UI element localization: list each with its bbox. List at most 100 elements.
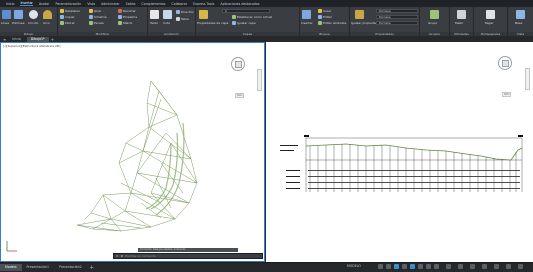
create-block-icon xyxy=(318,9,322,13)
current-layer-dropdown[interactable]: 0 xyxy=(222,9,270,13)
menu-item[interactable]: Insertar xyxy=(20,1,33,6)
command-line[interactable]: ✕ ⚙ Escriba un comando xyxy=(113,253,263,259)
osnap-icon[interactable] xyxy=(410,264,415,269)
viewcube[interactable] xyxy=(231,57,245,71)
make-current-button[interactable]: Establecer como actual xyxy=(232,15,272,19)
wrench-icon[interactable]: ⚙ xyxy=(121,254,124,258)
polyline-icon[interactable] xyxy=(14,10,23,19)
text-icon[interactable] xyxy=(150,10,159,19)
fillet-button[interactable]: Empalme xyxy=(118,15,137,19)
polar-icon[interactable] xyxy=(402,264,407,269)
scale-button[interactable]: Escala xyxy=(89,21,104,25)
text-button[interactable]: Texto xyxy=(150,21,158,25)
edit-attributes-button[interactable]: Editar atributos xyxy=(318,21,346,25)
group-icon[interactable] xyxy=(430,10,439,19)
model-space-toggle[interactable]: MODELO xyxy=(347,264,361,268)
insert-block-button[interactable]: Insertar xyxy=(301,21,313,25)
modify-panel: Desplazar Copiar Estirar Girar Simetría … xyxy=(58,7,148,36)
insert-block-icon[interactable] xyxy=(302,10,311,19)
menu-item[interactable]: Aplicaciones destacadas xyxy=(220,2,259,6)
dimension-button[interactable]: Cota xyxy=(163,21,170,25)
trim-button[interactable]: Recortar xyxy=(118,9,136,13)
menu-item[interactable]: Anotar xyxy=(39,2,50,6)
color-dropdown[interactable]: PorCapa xyxy=(376,9,418,13)
menu-icon[interactable]: ≡ xyxy=(3,37,6,42)
menu-item[interactable]: Colaborar xyxy=(172,2,188,6)
tab-drawing1[interactable]: Dibujo1* xyxy=(26,36,49,42)
wcs-menu[interactable]: SCU xyxy=(235,93,245,98)
command-input[interactable]: Escriba un comando xyxy=(125,254,156,258)
circle-icon[interactable] xyxy=(29,10,38,19)
measure-icon[interactable] xyxy=(457,10,466,19)
line-button[interactable]: Línea xyxy=(1,21,9,25)
navigation-bar[interactable] xyxy=(525,68,530,90)
ortho-icon[interactable] xyxy=(394,264,399,269)
hardware-acceleration-icon[interactable] xyxy=(494,264,499,269)
units-icon[interactable] xyxy=(470,264,475,269)
create-block-button[interactable]: Crear xyxy=(318,9,331,13)
customization-icon[interactable] xyxy=(518,264,523,269)
arc-button[interactable]: Arco xyxy=(43,21,50,25)
match-properties-icon[interactable] xyxy=(355,10,364,19)
layout-tab-model[interactable]: Modelo xyxy=(0,264,22,271)
layer-properties-button[interactable]: Propiedades de capa xyxy=(197,21,228,25)
menu-item[interactable]: Parametrización xyxy=(56,2,82,6)
arc-icon[interactable] xyxy=(43,10,52,19)
transparency-icon[interactable] xyxy=(434,264,439,269)
wcs-menu[interactable]: SCU xyxy=(502,92,512,97)
array-button[interactable]: Matriz xyxy=(118,21,132,25)
rotate-button[interactable]: Girar xyxy=(89,9,101,13)
lineweight-dropdown[interactable]: PorCapa xyxy=(376,21,418,25)
match-layer-button[interactable]: Igualar capa xyxy=(232,21,256,25)
menu-item[interactable]: Vista xyxy=(87,2,95,6)
menu-item[interactable]: Complementos xyxy=(141,2,165,6)
base-view-icon[interactable] xyxy=(516,10,525,19)
snap-icon[interactable] xyxy=(386,264,391,269)
measure-button[interactable]: Medir xyxy=(455,21,463,25)
move-icon xyxy=(60,9,64,13)
dimension-icon[interactable] xyxy=(163,10,172,19)
close-icon[interactable]: ✕ xyxy=(116,254,119,258)
layout-tab-2[interactable]: Presentación2 xyxy=(54,264,87,271)
navigation-bar[interactable] xyxy=(257,69,262,91)
viewcube-face[interactable] xyxy=(235,61,242,68)
viewcube[interactable] xyxy=(498,56,512,70)
add-layout-button[interactable]: + xyxy=(87,265,97,271)
stretch-button[interactable]: Estirar xyxy=(60,21,75,25)
tab-start[interactable]: Inicio xyxy=(8,37,24,42)
edit-block-button[interactable]: Editar xyxy=(318,15,332,19)
fillet-icon xyxy=(118,15,122,19)
workspace-icon[interactable] xyxy=(458,264,463,269)
menu-item[interactable]: Inicio xyxy=(6,2,14,6)
menu-item[interactable]: Express Tools xyxy=(193,2,214,6)
menu-item[interactable]: Administrar xyxy=(101,2,120,6)
viewport-plan[interactable]: [-][Superior][Estructura alámbrica 2D] S… xyxy=(0,42,265,262)
leader-button[interactable]: Directriz xyxy=(176,10,194,14)
viewcube-face[interactable] xyxy=(502,60,509,67)
isolate-objects-icon[interactable] xyxy=(482,264,487,269)
line-icon[interactable] xyxy=(2,10,11,19)
new-tab-button[interactable]: + xyxy=(51,37,54,42)
mirror-button[interactable]: Simetría xyxy=(89,15,107,19)
paste-button[interactable]: Pegar xyxy=(485,21,494,25)
circle-button[interactable]: Círculo xyxy=(28,21,38,25)
layer-properties-icon[interactable] xyxy=(199,10,208,19)
grid-icon[interactable] xyxy=(378,264,383,269)
clean-screen-icon[interactable] xyxy=(506,264,511,269)
annotation-scale-icon[interactable] xyxy=(446,264,451,269)
ribbon: Línea Polilínea Círculo Arco Dibujo Desp… xyxy=(0,7,533,36)
linetype-dropdown[interactable]: PorCapa xyxy=(376,15,418,19)
copy-button[interactable]: Copiar xyxy=(60,15,75,19)
viewport-profile[interactable]: SCU xyxy=(266,42,533,262)
menu-item[interactable]: Salida xyxy=(126,2,136,6)
lineweight-icon[interactable] xyxy=(426,264,431,269)
base-view-button[interactable]: Base xyxy=(515,21,522,25)
layout-tab-1[interactable]: Presentación1 xyxy=(22,264,55,271)
move-button[interactable]: Desplazar xyxy=(60,9,80,13)
profile-start-marker xyxy=(304,135,309,137)
polyline-button[interactable]: Polilínea xyxy=(12,21,24,25)
table-button[interactable]: Tabla xyxy=(176,17,189,21)
group-button[interactable]: Grupo xyxy=(428,21,437,25)
paste-icon[interactable] xyxy=(486,10,495,19)
otrack-icon[interactable] xyxy=(418,264,423,269)
